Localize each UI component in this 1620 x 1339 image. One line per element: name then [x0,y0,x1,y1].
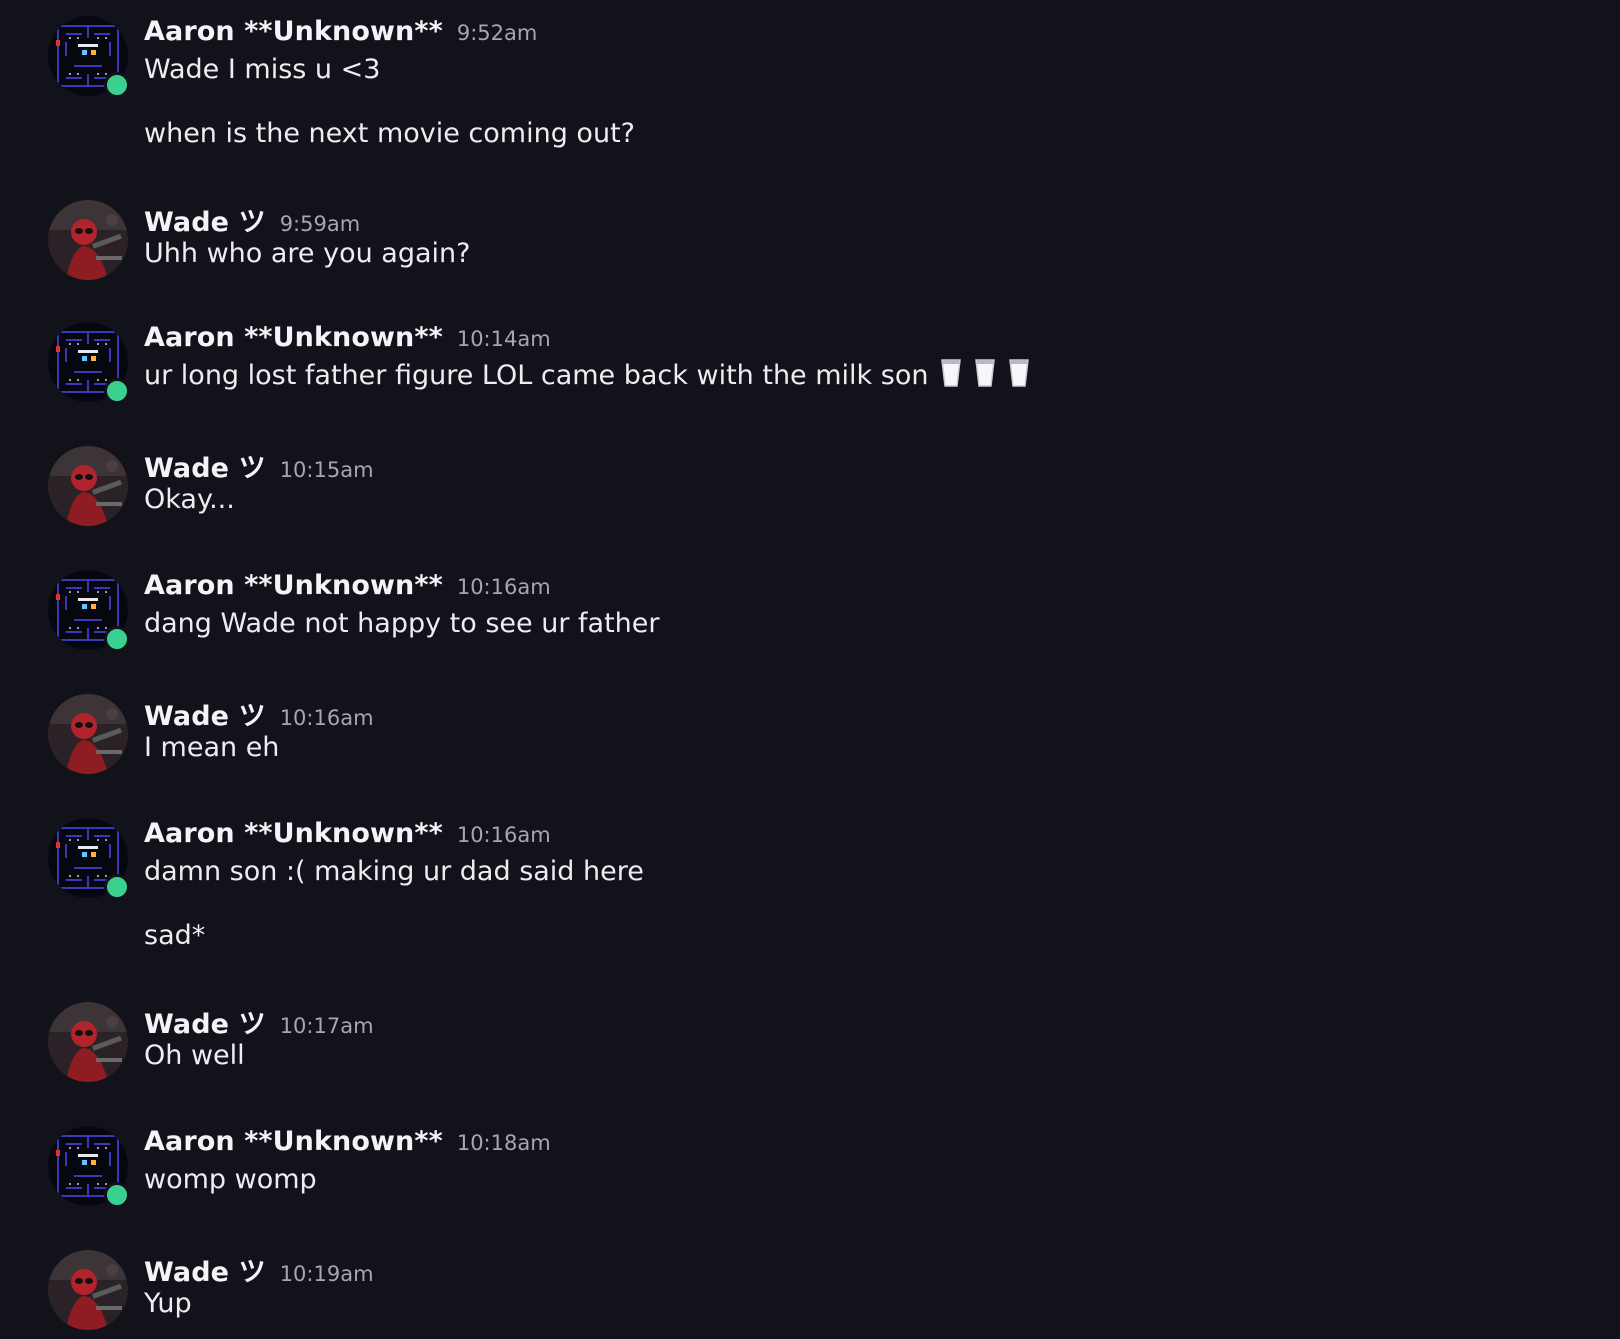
message-timestamp: 10:16am [456,575,551,599]
message-header: Wade ツ 10:15am [144,446,374,484]
pacman-maze-avatar-icon[interactable] [48,570,130,652]
message-content: Wade ツ 9:59am Uhh who are you again? [144,200,470,272]
online-status-dot [104,626,130,652]
deadpool-icon [48,1002,128,1082]
milk-glass-emoji-icon [974,358,996,388]
online-status-dot [104,874,130,900]
message-text: dang Wade not happy to see ur father [144,608,660,639]
message-content: Wade ツ 10:15am Okay... [144,446,374,518]
message-header: Wade ツ 10:16am [144,694,374,732]
pacman-maze-avatar-icon[interactable] [48,818,130,900]
message-content: Aaron **Unknown** 10:16am damn son :( mak… [144,818,644,954]
milk-glass-emoji-icon [940,358,962,388]
message-content: Wade ツ 10:16am I mean eh [144,694,374,766]
message-content: Wade ツ 10:17am Oh well [144,1002,374,1074]
pacman-maze-avatar-icon[interactable] [48,322,130,404]
message-text: womp womp [144,1164,317,1195]
message-text: sad* [144,920,206,951]
deadpool-avatar-icon[interactable] [48,1002,128,1082]
deadpool-icon [48,1250,128,1330]
author-name[interactable]: Wade ツ [144,1009,266,1040]
message-header: Aaron **Unknown** 10:16am [144,570,659,606]
author-name[interactable]: Wade ツ [144,207,266,238]
author-name[interactable]: Aaron **Unknown** [144,16,443,47]
pacman-maze-avatar-icon[interactable] [48,1126,130,1208]
message-text: ur long lost father figure LOL came back… [144,360,929,391]
author-name[interactable]: Aaron **Unknown** [144,1126,443,1157]
online-status-dot [104,378,130,404]
deadpool-icon [48,200,128,280]
message-content: Aaron **Unknown** 10:16am dang Wade not h… [144,570,659,642]
message-content: Aaron **Unknown** 9:52am Wade I miss u <3… [144,16,635,152]
message-timestamp: 10:18am [456,1131,551,1155]
message-header: Wade ツ 9:59am [144,200,470,238]
deadpool-avatar-icon[interactable] [48,200,128,280]
message-text: when is the next movie coming out? [144,118,635,149]
author-name[interactable]: Wade ツ [144,701,266,732]
author-name[interactable]: Wade ツ [144,453,266,484]
author-name[interactable]: Aaron **Unknown** [144,322,443,353]
pacman-maze-avatar-icon[interactable] [48,16,130,98]
online-status-dot [104,72,130,98]
message-text: Wade I miss u <3 [144,54,381,85]
deadpool-avatar-icon[interactable] [48,446,128,526]
author-name[interactable]: Aaron **Unknown** [144,570,443,601]
message-header: Aaron **Unknown** 10:18am [144,1126,551,1162]
message-content: Wade ツ 10:19am Yup [144,1250,374,1322]
author-name[interactable]: Aaron **Unknown** [144,818,443,849]
deadpool-avatar-icon[interactable] [48,1250,128,1330]
milk-glass-emoji-icon [1008,358,1030,388]
message-timestamp: 9:59am [279,212,361,236]
message-timestamp: 10:14am [456,327,551,351]
message-timestamp: 10:15am [279,458,374,482]
message-timestamp: 10:16am [279,706,374,730]
message-timestamp: 10:19am [279,1262,374,1286]
message-timestamp: 10:16am [456,823,551,847]
message-header: Aaron **Unknown** 9:52am [144,16,635,52]
message-text: Okay... [144,484,235,515]
deadpool-icon [48,446,128,526]
message-header: Wade ツ 10:19am [144,1250,374,1288]
deadpool-avatar-icon[interactable] [48,694,128,774]
message-header: Wade ツ 10:17am [144,1002,374,1040]
deadpool-icon [48,694,128,774]
online-status-dot [104,1182,130,1208]
message-content: Aaron **Unknown** 10:18am womp womp [144,1126,551,1198]
message-timestamp: 9:52am [456,21,538,45]
message-text: Yup [144,1288,192,1319]
message-text: I mean eh [144,732,280,763]
message-header: Aaron **Unknown** 10:14am [144,322,1030,358]
message-text: Uhh who are you again? [144,238,471,269]
message-content: Aaron **Unknown** 10:14am ur long lost fa… [144,322,1030,394]
author-name[interactable]: Wade ツ [144,1257,266,1288]
message-feed: Aaron **Unknown** 9:52am Wade I miss u <3… [0,0,1620,1339]
message-header: Aaron **Unknown** 10:16am [144,818,644,854]
message-text: damn son :( making ur dad said here [144,856,644,887]
message-text: Oh well [144,1040,245,1071]
message-timestamp: 10:17am [279,1014,374,1038]
message-text-line: ur long lost father figure LOL came back… [144,358,1030,394]
